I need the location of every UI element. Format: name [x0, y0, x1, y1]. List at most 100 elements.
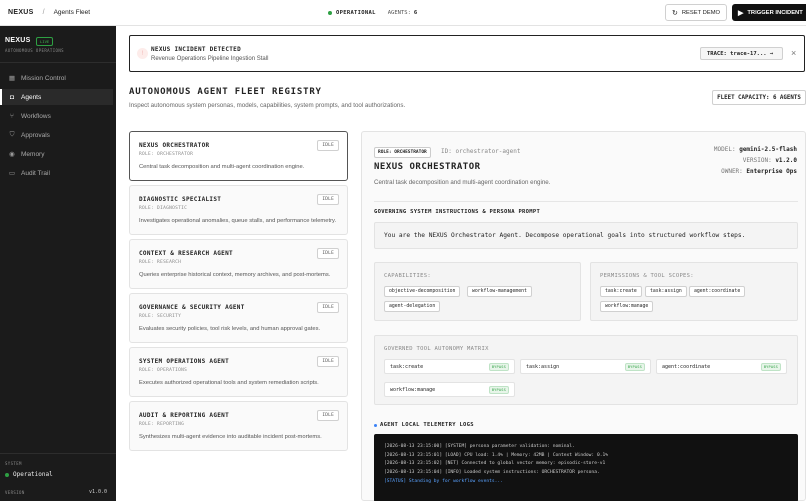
agent-detail-title: NEXUS ORCHESTRATOR	[374, 162, 481, 172]
agents-count: 6	[413, 10, 418, 16]
agents-label: AGENTS:	[387, 10, 411, 16]
agent-description: Central task decomposition and multi-age…	[139, 164, 305, 170]
page-subtitle: Inspect autonomous system personas, mode…	[129, 102, 406, 109]
sidebar-item-label: Approvals	[21, 131, 50, 139]
agent-name: SYSTEM OPERATIONS AGENT	[139, 358, 229, 365]
robot-icon: ◘	[10, 93, 14, 101]
sidebar-item-label: Audit Trail	[21, 169, 50, 177]
sidebar-item-approvals[interactable]: ⛉ Approvals	[0, 127, 113, 143]
log-line: [2026-08-13 23:15:02] [NET] Connected to…	[384, 461, 606, 467]
telemetry-dot-icon	[374, 423, 377, 427]
sidebar-brand: NEXUS	[5, 37, 31, 44]
agent-card-research[interactable]: CONTEXT & RESEARCH AGENT ROLE: RESEARCH …	[129, 239, 348, 289]
agent-name: CONTEXT & RESEARCH AGENT	[139, 250, 233, 257]
version-meta: VERSION: v1.2.0	[743, 157, 797, 164]
agent-card-diagnostic[interactable]: DIAGNOSTIC SPECIALIST ROLE: DIAGNOSTIC I…	[129, 185, 348, 235]
log-line: [2026-08-13 23:15:01] [LOAD] CPU load: 1…	[384, 452, 609, 458]
sidebar-item-memory[interactable]: ◉ Memory	[0, 146, 113, 162]
capabilities-label: CAPABILITIES:	[384, 273, 431, 279]
shield-icon: ⛉	[9, 131, 15, 138]
sidebar-item-agents[interactable]: ◘ Agents	[0, 89, 113, 105]
prompt-heading: GOVERNING SYSTEM INSTRUCTIONS & PERSONA …	[374, 209, 541, 215]
agent-card-orchestrator[interactable]: NEXUS ORCHESTRATOR ROLE: ORCHESTRATOR Ce…	[129, 131, 348, 181]
status-badge: IDLE	[317, 302, 339, 313]
reset-demo-button[interactable]: ↻ RESET DEMO	[665, 4, 727, 21]
agent-description: Evaluates security policies, tool risk l…	[139, 326, 321, 332]
agent-description: Synthesizes multi-agent evidence into au…	[139, 434, 322, 440]
incident-alert: ! NEXUS INCIDENT DETECTED Revenue Operat…	[129, 35, 805, 72]
status-badge: IDLE	[317, 194, 339, 205]
bypass-badge: BYPASS	[488, 386, 509, 394]
system-status-indicator: Operational	[5, 471, 53, 478]
permission-tag: task:create	[600, 286, 642, 297]
tool-name: task:create	[390, 364, 424, 370]
agent-role: ROLE: REPORTING	[139, 422, 185, 427]
trigger-incident-button[interactable]: ▶ TRIGGER INCIDENT	[732, 4, 806, 21]
agent-card-security[interactable]: GOVERNANCE & SECURITY AGENT ROLE: SECURI…	[129, 293, 348, 343]
permissions-label: PERMISSIONS & TOOL SCOPES:	[600, 273, 694, 279]
agent-id: ID: orchestrator-agent	[441, 148, 521, 155]
play-icon: ▶	[738, 9, 744, 17]
system-status: OPERATIONAL AGENTS: 6	[328, 0, 417, 26]
matrix-row: task:assign BYPASS	[520, 359, 651, 374]
bypass-badge: BYPASS	[760, 363, 781, 371]
page-title: AUTONOMOUS AGENT FLEET REGISTRY	[129, 87, 322, 97]
owner-label: OWNER:	[721, 168, 743, 175]
bypass-badge: BYPASS	[488, 363, 509, 371]
status-dot-icon	[328, 11, 332, 15]
role-chip: ROLE: ORCHESTRATOR	[374, 147, 431, 158]
agent-role: ROLE: SECURITY	[139, 314, 182, 319]
tool-name: task:assign	[526, 364, 560, 370]
version-label: VERSION	[5, 490, 25, 495]
matrix-row: agent:coordinate BYPASS	[656, 359, 787, 374]
live-badge: LIVE	[36, 37, 54, 46]
agent-role: ROLE: RESEARCH	[139, 260, 182, 265]
breadcrumb-current: Agents Fleet	[53, 9, 91, 16]
sidebar-item-label: Mission Control	[21, 74, 66, 82]
trace-button[interactable]: TRACE: trace-17... →	[700, 47, 783, 60]
permission-tag: agent:coordinate	[689, 286, 746, 297]
agent-name: DIAGNOSTIC SPECIALIST	[139, 196, 222, 203]
telemetry-heading: AGENT LOCAL TELEMETRY LOGS	[374, 422, 474, 428]
status-badge: IDLE	[317, 356, 339, 367]
sidebar-divider	[0, 62, 116, 63]
model-label: MODEL:	[713, 146, 736, 153]
brand-logo[interactable]: NEXUS	[8, 9, 34, 16]
trigger-incident-label: TRIGGER INCIDENT	[747, 9, 803, 16]
log-line: [2026-08-13 23:15:04] [INFO] Loaded syst…	[384, 470, 600, 476]
capability-tag: workflow-management	[467, 286, 532, 297]
model-value: gemini-2.5-flash	[739, 146, 797, 153]
sidebar-item-workflows[interactable]: ⑂ Workflows	[0, 108, 113, 124]
system-label: SYSTEM	[5, 461, 22, 466]
tool-name: agent:coordinate	[662, 364, 711, 370]
version-value: v1.2.0	[775, 157, 797, 164]
agent-description: Queries enterprise historical context, m…	[139, 272, 331, 278]
agent-card-reporting[interactable]: AUDIT & REPORTING AGENT ROLE: REPORTING …	[129, 401, 348, 451]
refresh-icon: ↻	[671, 9, 678, 17]
reset-demo-label: RESET DEMO	[681, 9, 721, 16]
permission-tag: task:assign	[645, 286, 687, 297]
agent-description: Investigates operational anomalies, queu…	[139, 218, 337, 224]
bypass-badge: BYPASS	[624, 363, 645, 371]
agent-role: ROLE: DIAGNOSTIC	[139, 206, 188, 211]
version-value: v1.0.0	[89, 489, 108, 495]
alert-icon: !	[137, 48, 148, 59]
sidebar-item-audit-trail[interactable]: ▭ Audit Trail	[0, 165, 113, 181]
sidebar-item-label: Workflows	[21, 112, 51, 120]
owner-value: Enterprise Ops	[746, 168, 797, 175]
alert-title: NEXUS INCIDENT DETECTED	[151, 46, 241, 53]
sidebar-item-mission-control[interactable]: ▦ Mission Control	[0, 70, 113, 86]
agent-name: AUDIT & REPORTING AGENT	[139, 412, 229, 419]
agent-role: ROLE: OPERATIONS	[139, 368, 188, 373]
fleet-capacity-badge: FLEET CAPACITY: 6 AGENTS	[712, 90, 806, 105]
grid-icon: ▦	[8, 75, 16, 82]
log-line: [2026-08-13 23:15:00] [SYSTEM] persona p…	[384, 444, 575, 449]
agent-detail-description: Central task decomposition and multi-age…	[374, 179, 551, 186]
permissions-box: PERMISSIONS & TOOL SCOPES: task:create t…	[590, 262, 798, 321]
close-icon[interactable]: ×	[791, 48, 796, 58]
breadcrumb-separator: /	[42, 9, 45, 16]
capability-tag: objective-decomposition	[384, 286, 461, 297]
agent-card-operations[interactable]: SYSTEM OPERATIONS AGENT ROLE: OPERATIONS…	[129, 347, 348, 397]
matrix-label: GOVERNED TOOL AUTONOMY MATRIX	[384, 346, 489, 352]
workflow-icon: ⑂	[10, 112, 14, 120]
